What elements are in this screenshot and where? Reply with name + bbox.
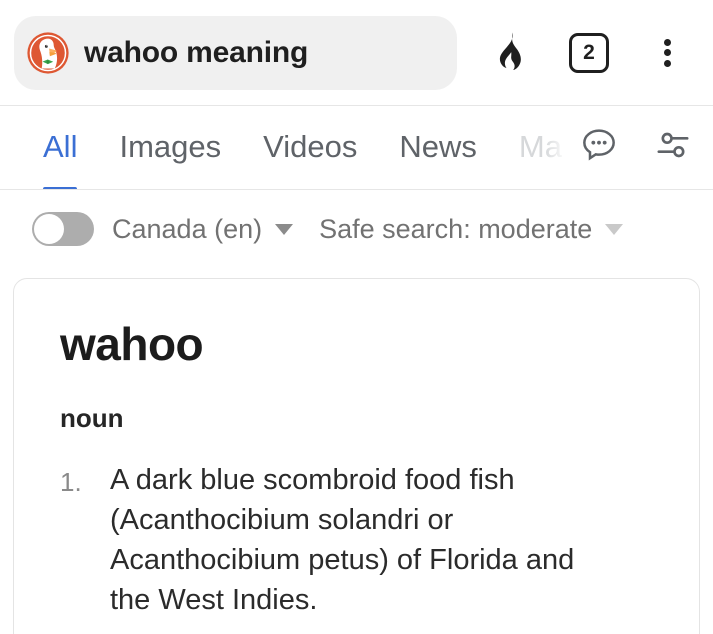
region-selector[interactable]: Canada (en) [112, 213, 294, 245]
address-bar-query: wahoo meaning [84, 35, 309, 69]
anonymous-search-toggle[interactable] [32, 212, 94, 246]
definition-text: A dark blue scombroid food fish (Acantho… [110, 464, 575, 616]
duckduckgo-duck-icon [26, 31, 70, 75]
search-settings-row: Canada (en) Safe search: moderate [0, 190, 713, 268]
chevron-down-icon [605, 223, 624, 235]
tab-news[interactable]: News [399, 129, 477, 167]
more-options-button[interactable] [644, 29, 692, 77]
kebab-menu-icon [664, 38, 672, 68]
definition-card: wahoo noun 1. A dark blue scombroid food… [13, 278, 700, 634]
definition-number: 1. [60, 467, 82, 497]
tab-switcher-button[interactable]: 2 [565, 29, 613, 77]
sliders-filter-icon[interactable] [653, 125, 693, 170]
safe-search-label: Safe search: moderate [319, 213, 593, 244]
toggle-knob [34, 214, 64, 244]
part-of-speech-label: noun [60, 403, 124, 433]
address-bar[interactable]: wahoo meaning [14, 15, 457, 90]
fire-button[interactable] [486, 29, 534, 77]
flame-icon [490, 30, 530, 75]
tab-count-badge: 2 [568, 32, 609, 73]
search-vertical-tabs: All Images Videos News Ma [0, 106, 713, 190]
browser-toolbar: wahoo meaning 2 [0, 0, 713, 106]
definition-entry: 1. A dark blue scombroid food fish (Acan… [60, 460, 655, 620]
tab-images[interactable]: Images [119, 129, 221, 167]
tab-videos[interactable]: Videos [263, 129, 357, 167]
chat-bubble-icon[interactable] [579, 125, 619, 170]
definition-word: wahoo [60, 318, 204, 370]
region-label: Canada (en) [112, 213, 263, 244]
browser-actions: 2 [457, 29, 713, 77]
tab-all[interactable]: All [43, 129, 78, 189]
safe-search-selector[interactable]: Safe search: moderate [319, 213, 624, 245]
definition-list: 1. A dark blue scombroid food fish (Acan… [60, 460, 655, 620]
chevron-down-icon [275, 223, 294, 235]
tabbar-icon-group [545, 106, 693, 188]
